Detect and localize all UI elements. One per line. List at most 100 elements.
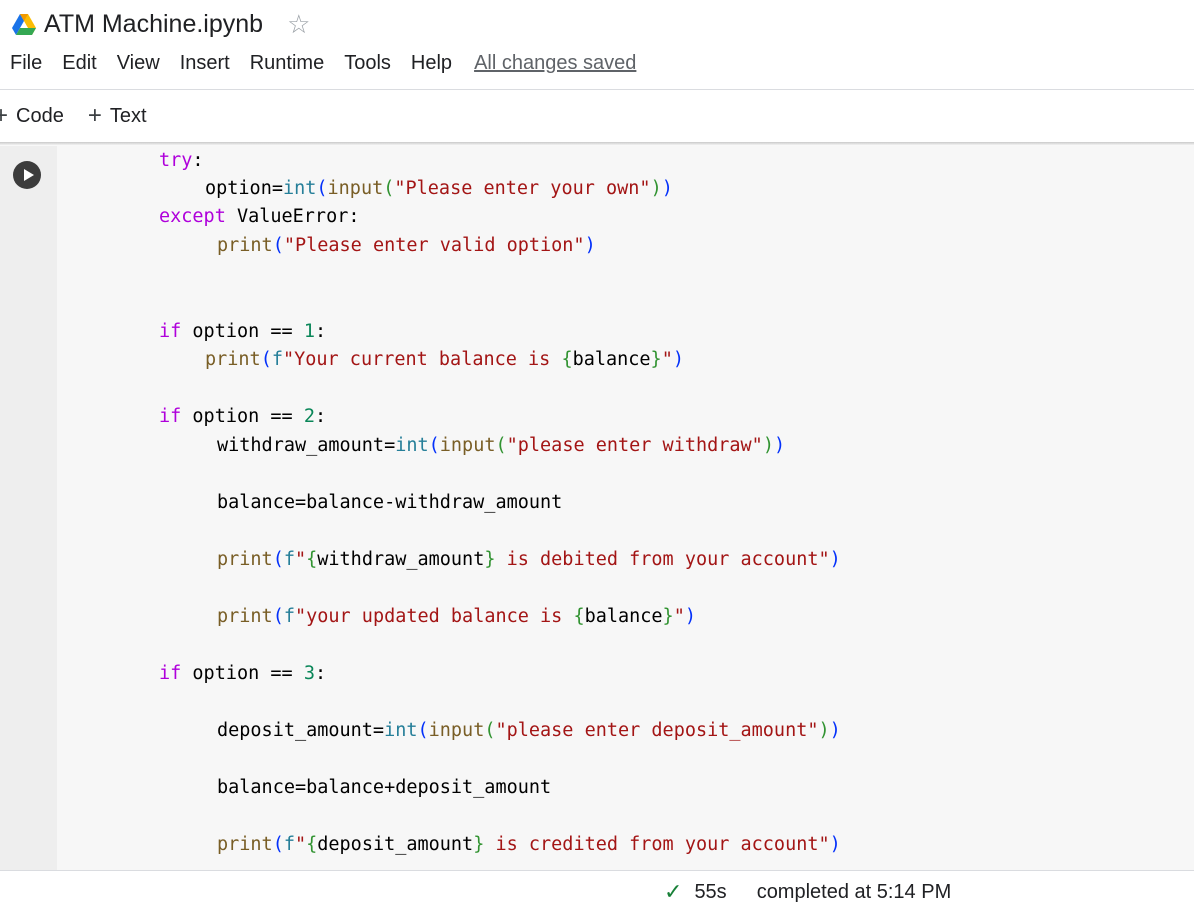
google-drive-icon[interactable] xyxy=(12,13,36,35)
code-token: ValueError: xyxy=(225,206,360,227)
code-token: f xyxy=(271,349,283,370)
code-token: 2 xyxy=(303,406,315,427)
code-token: balance xyxy=(584,606,663,627)
code-token: f xyxy=(283,606,295,627)
code-token: " xyxy=(661,349,673,370)
add-text-button[interactable]: + Text xyxy=(88,102,147,130)
code-line: deposit_amount=int(input("please enter d… xyxy=(217,718,841,744)
menu-edit[interactable]: Edit xyxy=(62,52,96,75)
code-token: 3 xyxy=(303,663,315,684)
code-token: withdraw_amount= xyxy=(217,435,396,456)
code-token: print xyxy=(217,834,273,855)
code-token: ) xyxy=(773,435,786,456)
code-token: } xyxy=(662,606,674,627)
code-token: " xyxy=(294,834,307,855)
code-token: ) xyxy=(672,349,684,370)
code-token: int xyxy=(384,720,418,741)
code-line: balance=balance+deposit_amount xyxy=(217,775,551,801)
run-cell-button[interactable] xyxy=(13,161,41,189)
code-token: input xyxy=(439,435,496,456)
code-token: print xyxy=(217,549,273,570)
code-token: deposit_amount xyxy=(317,834,474,855)
code-line: balance=balance-withdraw_amount xyxy=(217,490,562,516)
star-icon[interactable]: ☆ xyxy=(287,11,310,37)
completed-time: completed at 5:14 PM xyxy=(756,880,952,903)
code-line: if option == 3: xyxy=(159,661,326,687)
code-token: balance xyxy=(572,349,651,370)
code-token: input xyxy=(327,178,384,199)
code-token: option == xyxy=(181,321,304,342)
code-token: } xyxy=(650,349,662,370)
code-token: balance=balance+deposit_amount xyxy=(217,777,552,798)
code-token: print xyxy=(217,235,273,256)
code-token: "please enter withdraw" xyxy=(506,435,763,456)
code-token: ( xyxy=(417,720,429,741)
code-token: ( xyxy=(316,178,328,199)
code-token: deposit_amount= xyxy=(217,720,385,741)
code-cell[interactable]: try: option=int(input("Please enter your … xyxy=(0,146,1194,870)
code-token: balance=balance-withdraw_amount xyxy=(217,492,563,513)
add-code-label: Code xyxy=(16,104,64,127)
code-token: is debited from your account" xyxy=(495,549,830,570)
code-token: option == xyxy=(181,663,304,684)
code-token: if xyxy=(159,663,182,684)
code-token: 1 xyxy=(303,321,315,342)
code-line: option=int(input("Please enter your own"… xyxy=(205,176,673,202)
code-token: try xyxy=(159,150,193,171)
code-token: int xyxy=(282,178,317,199)
insert-toolbar: + Code + Text xyxy=(0,100,171,132)
code-token: input xyxy=(428,720,485,741)
code-token: { xyxy=(561,349,573,370)
code-token: " xyxy=(673,606,685,627)
code-token: : xyxy=(314,321,327,342)
code-line: if option == 2: xyxy=(159,404,326,430)
code-token: ) xyxy=(684,606,696,627)
execution-duration: 55s xyxy=(694,880,727,903)
status-bar: ✓ 55s completed at 5:14 PM xyxy=(0,870,1194,905)
code-token: ( xyxy=(260,349,272,370)
code-token: "please enter deposit_amount" xyxy=(495,720,819,741)
code-line: except ValueError: xyxy=(159,204,359,230)
code-token: ( xyxy=(484,720,496,741)
header-divider xyxy=(0,89,1194,90)
code-token: : xyxy=(314,663,327,684)
save-status-link[interactable]: All changes saved xyxy=(474,52,636,75)
add-text-label: Text xyxy=(109,104,147,127)
code-token: is credited from your account" xyxy=(484,834,830,855)
menu-insert[interactable]: Insert xyxy=(180,52,230,75)
code-token: : xyxy=(314,406,327,427)
code-line: print(f"your updated balance is {balance… xyxy=(217,604,696,630)
menu-file[interactable]: File xyxy=(10,52,42,75)
code-token: withdraw_amount xyxy=(317,549,485,570)
code-line: try: xyxy=(159,148,204,174)
code-token: ( xyxy=(495,435,507,456)
code-token: ) xyxy=(650,178,662,199)
add-code-button[interactable]: + Code xyxy=(0,102,64,130)
code-token: ) xyxy=(584,235,596,256)
menu-tools[interactable]: Tools xyxy=(344,52,391,75)
code-token: print xyxy=(205,349,261,370)
menu-view[interactable]: View xyxy=(117,52,160,75)
code-line: print(f"Your current balance is {balance… xyxy=(205,347,684,373)
notebook-title[interactable]: ATM Machine.ipynb xyxy=(44,10,263,39)
code-token: int xyxy=(395,435,429,456)
menu-bar: File Edit View Insert Runtime Tools Help… xyxy=(10,52,636,75)
code-token: ( xyxy=(272,549,284,570)
code-line: print(f"{deposit_amount} is credited fro… xyxy=(217,832,841,858)
code-token: ) xyxy=(818,720,830,741)
code-token: ) xyxy=(829,834,841,855)
menu-runtime[interactable]: Runtime xyxy=(250,52,324,75)
code-line: if option == 1: xyxy=(159,319,326,345)
code-token: option == xyxy=(181,406,304,427)
code-line: print("Please enter valid option") xyxy=(217,233,596,259)
code-token: ( xyxy=(272,606,284,627)
code-token: "Your current balance is xyxy=(282,349,562,370)
menu-help[interactable]: Help xyxy=(411,52,452,75)
plus-icon: + xyxy=(0,102,9,129)
code-token: ( xyxy=(428,435,440,456)
code-token: "Please enter valid option" xyxy=(283,235,585,256)
execution-status: ✓ 55s completed at 5:14 PM xyxy=(664,879,951,905)
code-token: f xyxy=(283,834,295,855)
code-token: } xyxy=(484,549,496,570)
code-token: except xyxy=(159,206,226,227)
